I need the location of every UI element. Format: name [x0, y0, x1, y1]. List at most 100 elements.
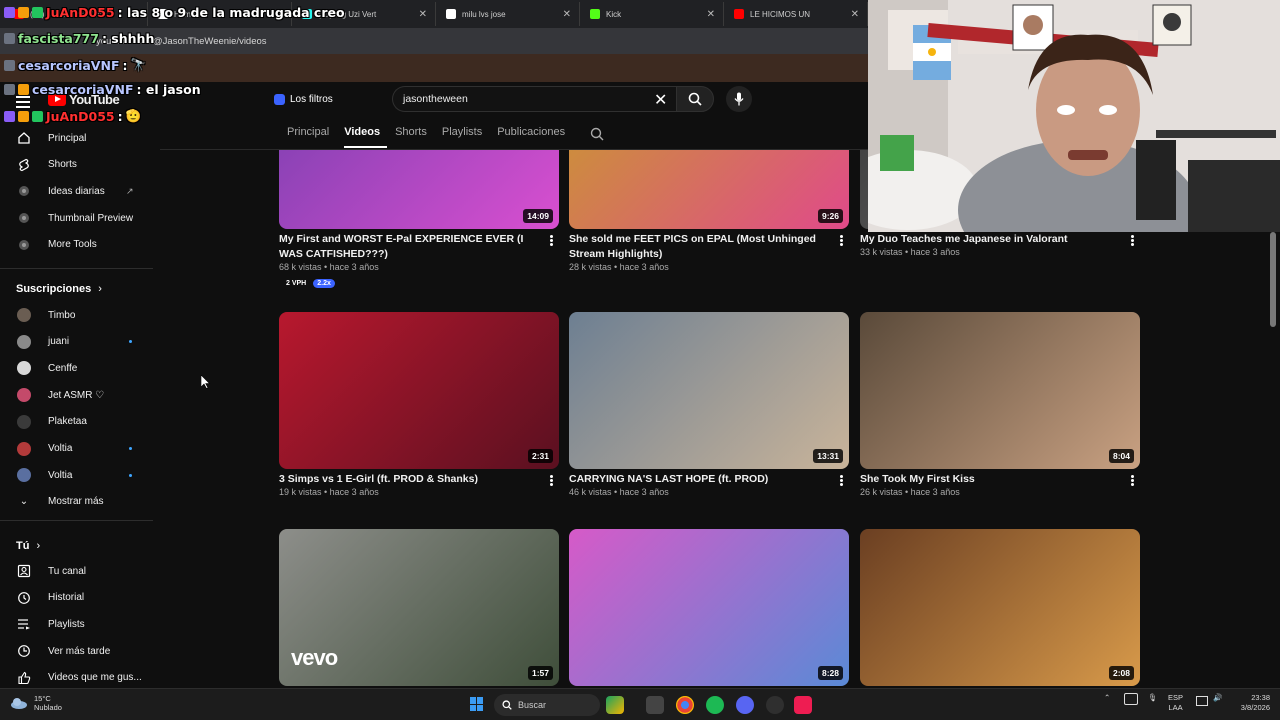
- filters-button[interactable]: Los filtros: [268, 89, 339, 109]
- video-more-options-icon[interactable]: [1131, 475, 1134, 486]
- video-thumbnail[interactable]: 9:26: [569, 150, 849, 229]
- video-title[interactable]: She Took My First Kiss: [860, 472, 1122, 487]
- weather-temperature: 15°C: [34, 694, 51, 703]
- video-more-options-icon[interactable]: [840, 475, 843, 486]
- tab-favicon-icon: [590, 9, 600, 19]
- tab-principal[interactable]: Principal: [287, 126, 336, 148]
- chat-username: cesarcoriaVNF: [32, 82, 134, 97]
- search-button[interactable]: [676, 86, 714, 112]
- network-icon[interactable]: [1124, 693, 1138, 705]
- clock[interactable]: 23:38 3/8/2026: [1232, 693, 1270, 713]
- channel-search-icon[interactable]: [590, 127, 604, 146]
- tab-playlists[interactable]: Playlists: [442, 126, 489, 148]
- taskbar-search[interactable]: Buscar: [494, 694, 600, 716]
- video-title[interactable]: She sold me FEET PICS on EPAL (Most Unhi…: [569, 232, 831, 262]
- microphone-tray-icon[interactable]: 🎙: [1148, 693, 1158, 703]
- video-duration: 13:31: [813, 449, 843, 463]
- language-indicator[interactable]: ESP LAA: [1168, 693, 1183, 713]
- browser-tab[interactable]: Kick ✕: [582, 2, 724, 26]
- tab-close-icon[interactable]: ✕: [851, 9, 859, 20]
- menu-icon[interactable]: [16, 96, 30, 108]
- chat-username: JuAnD055: [46, 108, 115, 124]
- vevo-logo: vevo: [291, 645, 338, 670]
- chat-badge-icon: [32, 7, 43, 18]
- video-meta: 46 k vistas • hace 3 años: [569, 487, 669, 497]
- chat-username: JuAnD055: [46, 5, 115, 20]
- tab-videos[interactable]: Videos: [344, 126, 388, 148]
- video-duration: 9:26: [817, 209, 843, 223]
- discord-icon[interactable]: [736, 696, 754, 714]
- windows-taskbar: 15°C Nublado Buscar ⌃ 🎙 ESP LAA 🔊 23:38 3/8…: [0, 688, 1280, 720]
- tray-expand-icon[interactable]: ⌃: [1104, 693, 1110, 703]
- tab-favicon-icon: [446, 9, 456, 19]
- voice-search-button[interactable]: [726, 86, 752, 112]
- sidebar-item-principal[interactable]: Principal: [0, 125, 155, 151]
- browser-tab[interactable]: milu lvs jose ✕: [438, 2, 580, 26]
- search-input[interactable]: jasontheween: [392, 86, 676, 112]
- clear-search-icon[interactable]: ✕: [654, 90, 667, 110]
- chat-emote-icon: 🫡: [125, 108, 142, 123]
- browser-tab[interactable]: LE HICIMOS UN ✕: [726, 2, 868, 26]
- chat-badge-icon: [18, 7, 29, 18]
- video-more-options-icon[interactable]: [550, 235, 553, 246]
- tab-publicaciones[interactable]: Publicaciones: [497, 126, 572, 148]
- spotify-icon[interactable]: [706, 696, 724, 714]
- video-duration: 14:09: [523, 209, 553, 223]
- video-duration: 2:31: [527, 449, 553, 463]
- video-thumbnail[interactable]: 14:09: [279, 150, 559, 229]
- chat-username: cesarcoriaVNF: [18, 57, 120, 73]
- chat-emote-icon: 🔭: [130, 57, 147, 72]
- chat-text: : shhhh: [101, 31, 155, 46]
- volume-icon[interactable]: 🔊: [1213, 693, 1222, 703]
- weather-condition: Nublado: [34, 703, 62, 712]
- chat-badge-icon: [4, 7, 15, 18]
- video-title[interactable]: My Duo Teaches me Japanese in Valorant: [860, 232, 1122, 247]
- vph-badge: 2 VPH: [286, 280, 307, 287]
- tab-close-icon[interactable]: ✕: [707, 9, 715, 20]
- video-title[interactable]: My First and WORST E-Pal EXPERIENCE EVER…: [279, 232, 541, 262]
- video-stats-badges: 2 VPH 2.2x: [283, 279, 335, 288]
- video-thumbnail[interactable]: 13:31: [569, 312, 849, 469]
- obs-icon[interactable]: [766, 696, 784, 714]
- search-input-value: jasontheween: [403, 93, 468, 105]
- page-scrollbar[interactable]: [1270, 232, 1276, 327]
- video-duration: 1:57: [527, 666, 553, 680]
- chat-message: JuAnD055: 🫡: [4, 108, 141, 124]
- file-explorer-icon[interactable]: [646, 696, 664, 714]
- chat-badge-icon: [4, 33, 15, 44]
- tab-close-icon[interactable]: ✕: [563, 9, 571, 20]
- taskbar-search-icon: [502, 700, 512, 710]
- chat-text: :: [122, 57, 128, 73]
- tiktok-icon[interactable]: [794, 696, 812, 714]
- tab-close-icon[interactable]: ✕: [419, 9, 427, 20]
- chat-message: cesarcoriaVNF: el jason: [4, 82, 201, 97]
- tab-shorts[interactable]: Shorts: [395, 126, 434, 148]
- filter-extension-icon: [274, 93, 285, 105]
- chat-badge-icon: [4, 84, 15, 95]
- tab-title: milu lvs jose: [462, 9, 506, 19]
- cloud-icon: [11, 698, 27, 709]
- video-thumbnail[interactable]: 2:08: [860, 529, 1140, 686]
- video-more-options-icon[interactable]: [550, 475, 553, 486]
- video-thumbnail[interactable]: 8:28: [569, 529, 849, 686]
- tab-title: LE HICIMOS UN: [750, 9, 811, 19]
- display-icon[interactable]: [1196, 696, 1208, 706]
- windows-start-icon[interactable]: [470, 697, 484, 711]
- chrome-icon[interactable]: [676, 696, 694, 714]
- video-thumbnail[interactable]: 8:04: [860, 312, 1140, 469]
- weather-widget[interactable]: 15°C Nublado: [10, 694, 62, 712]
- filters-label: Los filtros: [290, 93, 333, 105]
- video-more-options-icon[interactable]: [840, 235, 843, 246]
- video-meta: 19 k vistas • hace 3 años: [279, 487, 379, 497]
- chat-badge-icon: [32, 110, 43, 122]
- video-more-options-icon[interactable]: [1131, 235, 1134, 246]
- video-title[interactable]: 3 Simps vs 1 E-Girl (ft. PROD & Shanks): [279, 472, 541, 487]
- home-icon: [17, 131, 31, 145]
- chat-text: :: [117, 108, 123, 124]
- video-thumbnail[interactable]: 2:31: [279, 312, 559, 469]
- chat-message: cesarcoriaVNF: 🔭: [4, 57, 146, 73]
- widget-app-icon[interactable]: [606, 696, 624, 714]
- video-title[interactable]: CARRYING NA'S LAST HOPE (ft. PROD): [569, 472, 831, 487]
- chat-message: JuAnD055: las 8 o 9 de la madrugada creo: [4, 5, 345, 20]
- channel-tabs: Principal Videos Shorts Playlists Publicacio…: [287, 126, 580, 148]
